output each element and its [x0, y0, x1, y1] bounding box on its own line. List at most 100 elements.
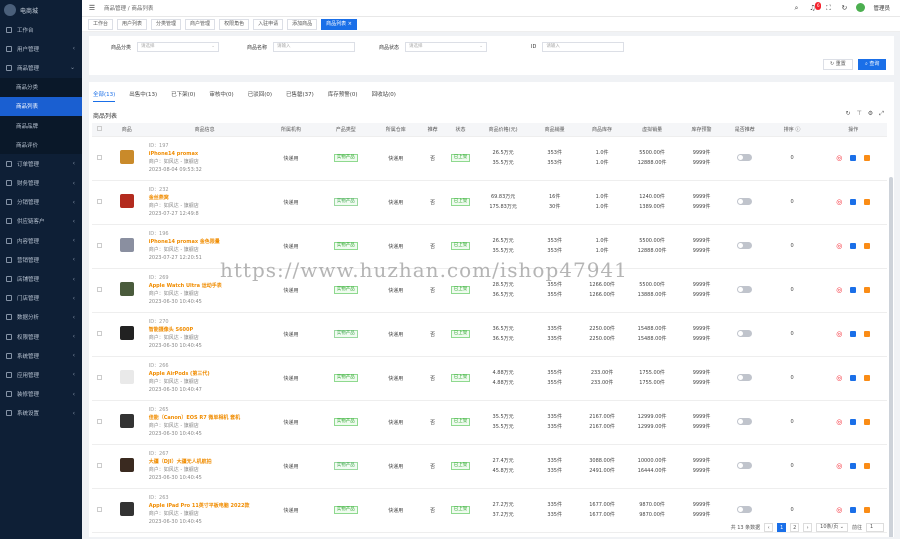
status-tab[interactable]: 全部(13)	[93, 90, 116, 102]
avatar[interactable]	[856, 3, 866, 12]
edit-icon[interactable]	[850, 419, 857, 425]
sort-value[interactable]: 0	[791, 287, 794, 293]
density-icon[interactable]: ⊤	[857, 110, 862, 118]
page-size-select[interactable]: 10条/页 ⌄	[816, 523, 848, 532]
fullscreen-icon[interactable]: ⤢	[879, 110, 884, 118]
product-thumbnail[interactable]	[119, 458, 134, 472]
refresh-icon[interactable]: ↻	[846, 110, 851, 118]
sidebar-item[interactable]: 门店管理 ‹	[0, 289, 82, 308]
table-row[interactable]: ID：270 智能摄像头 S600P 商户：如风达 - 旗舰店 2023-06-30 …	[92, 312, 887, 357]
prev-page-button[interactable]: ‹	[764, 523, 774, 532]
copy-icon[interactable]	[864, 419, 871, 425]
recommend-toggle[interactable]	[737, 197, 753, 205]
product-thumbnail[interactable]	[119, 150, 134, 164]
recommend-toggle[interactable]	[737, 461, 753, 469]
table-row[interactable]: ID：269 Apple Watch Ultra 运动手表 商户：如风达 - 旗舰店…	[92, 268, 887, 313]
brand-logo[interactable]: 电商城	[0, 0, 82, 20]
product-thumbnail[interactable]	[119, 282, 134, 296]
page-tab[interactable]: 权限角色	[219, 18, 250, 30]
sort-value[interactable]: 0	[791, 419, 794, 425]
copy-icon[interactable]	[864, 287, 871, 293]
goto-input[interactable]: 1	[866, 523, 884, 532]
page-tab[interactable]: 商户管理	[185, 18, 216, 30]
product-name[interactable]: 佳能（Canon）EOS R7 微单相机 套机	[149, 414, 263, 422]
row-checkbox[interactable]	[96, 198, 102, 204]
status-tab[interactable]: 回收站(0)	[372, 90, 396, 102]
view-icon[interactable]: ◎	[836, 463, 842, 470]
select-all-checkbox[interactable]	[96, 125, 102, 131]
view-icon[interactable]: ◎	[836, 243, 842, 250]
recommend-toggle[interactable]	[737, 153, 753, 161]
row-checkbox[interactable]	[96, 418, 102, 424]
row-checkbox[interactable]	[96, 154, 102, 160]
sort-value[interactable]: 0	[791, 463, 794, 469]
table-row[interactable]: ID：265 佳能（Canon）EOS R7 微单相机 套机 商户：如风达 - 旗舰…	[92, 400, 887, 445]
table-row[interactable]: ID：267 大疆（DJI）大疆无人机航拍 商户：如风达 - 旗舰店 2023-06-…	[92, 444, 887, 489]
sidebar-item[interactable]: 系统管理 ‹	[0, 346, 82, 365]
status-tab[interactable]: 审核中(0)	[209, 90, 233, 102]
scrollbar[interactable]	[889, 177, 893, 537]
sidebar-item[interactable]: 装修管理 ‹	[0, 385, 82, 404]
page-2-button[interactable]: 2	[790, 523, 800, 532]
sidebar-item[interactable]: 商品品牌	[0, 115, 82, 136]
sidebar-item[interactable]: 订单管理 ‹	[0, 154, 82, 173]
sidebar-item[interactable]: 内容管理 ‹	[0, 231, 82, 250]
fullscreen-icon[interactable]: ⛶	[824, 4, 832, 12]
search-button[interactable]: ⌕ 查询	[858, 59, 887, 70]
copy-icon[interactable]	[864, 331, 871, 337]
sidebar-item[interactable]: 应用管理 ‹	[0, 365, 82, 384]
product-thumbnail[interactable]	[119, 238, 134, 252]
row-checkbox[interactable]	[96, 242, 102, 248]
sidebar-item[interactable]: 数据分析 ‹	[0, 308, 82, 327]
copy-icon[interactable]	[864, 155, 871, 161]
sort-value[interactable]: 0	[791, 199, 794, 205]
table-row[interactable]: ID：197 iPhone14 promax 商户：如风达 - 旗舰店 2023-08…	[92, 136, 887, 181]
recommend-toggle[interactable]	[737, 285, 753, 293]
edit-icon[interactable]	[850, 287, 857, 293]
edit-icon[interactable]	[850, 199, 857, 205]
sidebar-item[interactable]: 权限管理 ‹	[0, 327, 82, 346]
next-page-button[interactable]: ›	[803, 523, 813, 532]
sort-value[interactable]: 0	[791, 243, 794, 249]
edit-icon[interactable]	[850, 507, 857, 513]
refresh-icon[interactable]: ↻	[840, 4, 848, 12]
sidebar-item[interactable]: 工作台	[0, 20, 82, 39]
page-tab[interactable]: 工作台	[88, 18, 114, 30]
sidebar-item[interactable]: 商品评价	[0, 135, 82, 155]
copy-icon[interactable]	[864, 375, 871, 381]
product-name[interactable]: Apple iPad Pro 11英寸平板电脑 2022款	[149, 502, 263, 510]
page-tab[interactable]: 商品列表 ×	[321, 18, 357, 30]
bell-icon[interactable]: ♫ 6	[808, 1, 822, 12]
copy-icon[interactable]	[864, 463, 871, 469]
edit-icon[interactable]	[850, 463, 857, 469]
table-row[interactable]: ID：266 Apple AirPods (第三代) 商户：如风达 - 旗舰店 202…	[92, 356, 887, 401]
edit-icon[interactable]	[850, 375, 857, 381]
sidebar-item[interactable]: 系统设置 ‹	[0, 404, 82, 423]
sidebar-item[interactable]: 商品分类	[0, 77, 82, 97]
recommend-toggle[interactable]	[737, 373, 753, 381]
product-name[interactable]: iPhone14 promax	[149, 150, 263, 158]
product-name[interactable]: 金丝燕窝	[149, 194, 263, 202]
view-icon[interactable]: ◎	[836, 199, 842, 206]
copy-icon[interactable]	[864, 507, 871, 513]
category-select[interactable]: 请选择 ⌄	[137, 42, 220, 52]
username[interactable]: 管理员	[873, 4, 890, 12]
status-tab[interactable]: 库存预警(0)	[328, 90, 358, 102]
sidebar-item[interactable]: 财务管理 ‹	[0, 174, 82, 193]
recommend-toggle[interactable]	[737, 417, 753, 425]
sidebar-item[interactable]: 商品管理 ⌄	[0, 58, 82, 77]
settings-icon[interactable]: ⚙	[868, 110, 873, 118]
sort-value[interactable]: 0	[791, 155, 794, 161]
search-icon[interactable]: ⌕	[792, 4, 800, 12]
recommend-toggle[interactable]	[737, 241, 753, 249]
menu-toggle-icon[interactable]: ☰	[88, 4, 96, 12]
view-icon[interactable]: ◎	[836, 375, 842, 382]
sidebar-item[interactable]: 店铺管理 ‹	[0, 269, 82, 288]
copy-icon[interactable]	[864, 243, 871, 249]
sidebar-item[interactable]: 营销管理 ‹	[0, 250, 82, 269]
sort-value[interactable]: 0	[791, 375, 794, 381]
table-row[interactable]: ID：232 金丝燕窝 商户：如风达 - 旗舰店 2023-07-27 12:49:8…	[92, 180, 887, 225]
row-checkbox[interactable]	[96, 462, 102, 468]
sort-value[interactable]: 0	[791, 507, 794, 513]
table-row[interactable]: ID：196 iPhone14 promax 金色限量 商户：如风达 - 旗舰店 20…	[92, 224, 887, 269]
